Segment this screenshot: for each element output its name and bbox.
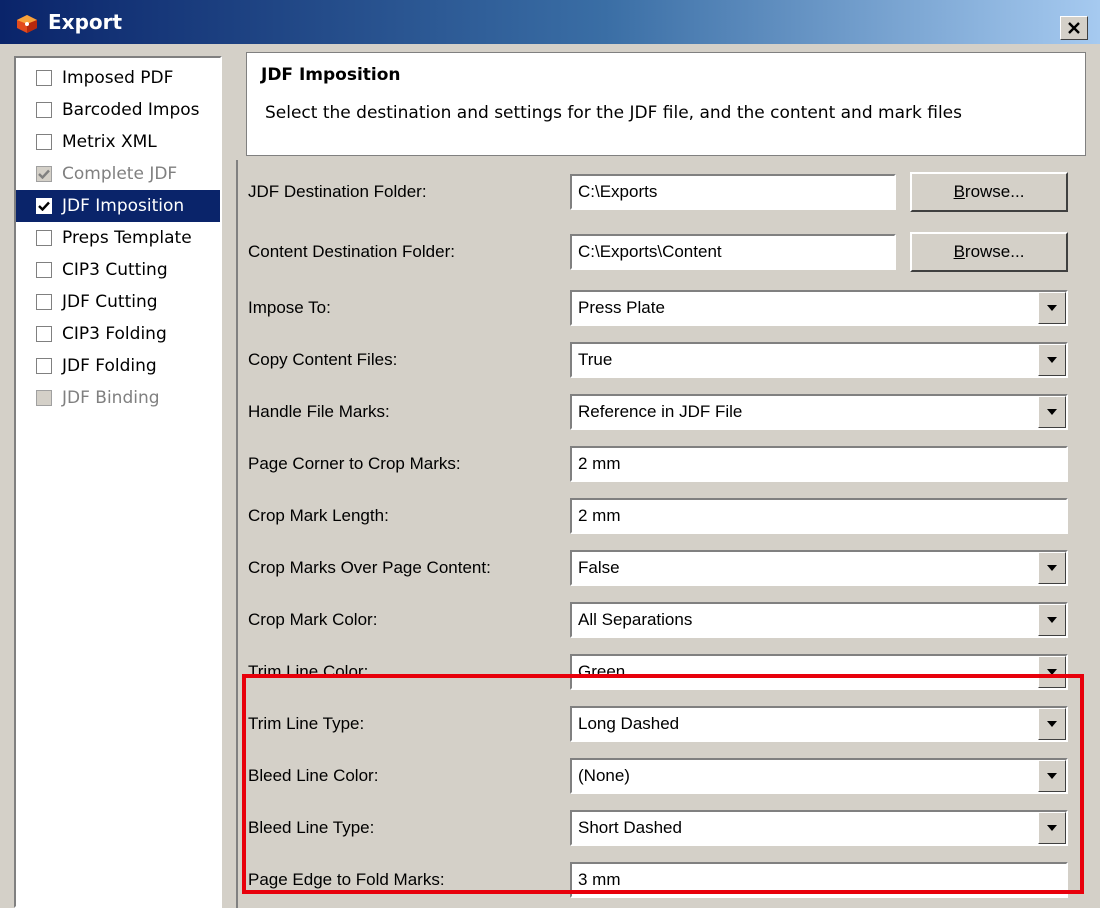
handle-marks-label: Handle File Marks: bbox=[248, 402, 390, 421]
row-jdf-destination: JDF Destination Folder: C:\Exports Brows… bbox=[248, 170, 1078, 220]
sidebar-item-jdf-folding[interactable]: JDF Folding bbox=[16, 350, 220, 382]
dropdown-arrow-icon[interactable] bbox=[1038, 604, 1066, 636]
bleed-color-label: Bleed Line Color: bbox=[248, 766, 379, 785]
sidebar-item-barcoded-impos[interactable]: Barcoded Impos bbox=[16, 94, 220, 126]
sidebar-item-label: Barcoded Impos bbox=[62, 100, 200, 120]
crop-length-field[interactable]: 2 mm bbox=[570, 498, 1068, 534]
dropdown-arrow-icon[interactable] bbox=[1038, 344, 1066, 376]
dropdown-arrow-icon[interactable] bbox=[1038, 812, 1066, 844]
row-crop-color: Crop Mark Color: All Separations bbox=[248, 598, 1078, 648]
bleed-color-select[interactable]: (None) bbox=[570, 758, 1068, 794]
checkbox[interactable] bbox=[36, 134, 52, 150]
sidebar-item-jdf-cutting[interactable]: JDF Cutting bbox=[16, 286, 220, 318]
checkbox[interactable] bbox=[36, 166, 52, 182]
page-description: Select the destination and settings for … bbox=[265, 103, 962, 123]
bleed-type-label: Bleed Line Type: bbox=[248, 818, 375, 837]
dropdown-arrow-icon[interactable] bbox=[1038, 292, 1066, 324]
export-type-list: Imposed PDF Barcoded Impos Metrix XML Compl… bbox=[14, 56, 222, 908]
sidebar-item-cip3-cutting[interactable]: CIP3 Cutting bbox=[16, 254, 220, 286]
jdf-destination-field[interactable]: C:\Exports bbox=[570, 174, 896, 210]
row-trim-type: Trim Line Type: Long Dashed bbox=[248, 702, 1078, 752]
checkbox[interactable] bbox=[36, 326, 52, 342]
jdf-destination-label: JDF Destination Folder: bbox=[248, 182, 427, 201]
content-destination-browse-button[interactable]: Browse... bbox=[910, 232, 1068, 272]
sidebar-item-jdf-binding[interactable]: JDF Binding bbox=[16, 382, 220, 414]
row-bleed-type: Bleed Line Type: Short Dashed bbox=[248, 806, 1078, 856]
row-crop-length: Crop Mark Length: 2 mm bbox=[248, 494, 1078, 544]
sidebar-item-label: Complete JDF bbox=[62, 164, 178, 184]
checkbox[interactable] bbox=[36, 230, 52, 246]
fold-marks-label: Page Edge to Fold Marks: bbox=[248, 870, 445, 889]
row-copy-content: Copy Content Files: True bbox=[248, 338, 1078, 388]
dropdown-arrow-icon[interactable] bbox=[1038, 396, 1066, 428]
trim-type-select[interactable]: Long Dashed bbox=[570, 706, 1068, 742]
row-fold-marks: Page Edge to Fold Marks: 3 mm bbox=[248, 858, 1078, 908]
row-trim-color: Trim Line Color: Green bbox=[248, 650, 1078, 700]
copy-content-select[interactable]: True bbox=[570, 342, 1068, 378]
checkmark-icon bbox=[38, 201, 50, 211]
sidebar-item-label: JDF Folding bbox=[62, 356, 157, 376]
checkbox[interactable] bbox=[36, 198, 52, 214]
page-title: JDF Imposition bbox=[261, 65, 401, 85]
dropdown-arrow-icon[interactable] bbox=[1038, 656, 1066, 688]
title-bar: Export bbox=[0, 0, 1100, 44]
window-title: Export bbox=[48, 10, 123, 34]
checkbox[interactable] bbox=[36, 70, 52, 86]
page-header: JDF Imposition Select the destination an… bbox=[246, 52, 1086, 156]
content-destination-field[interactable]: C:\Exports\Content bbox=[570, 234, 896, 270]
trim-color-label: Trim Line Color: bbox=[248, 662, 369, 681]
trim-type-label: Trim Line Type: bbox=[248, 714, 365, 733]
crop-over-select[interactable]: False bbox=[570, 550, 1068, 586]
impose-to-label: Impose To: bbox=[248, 298, 331, 317]
export-app-icon bbox=[17, 15, 37, 33]
row-crop-over: Crop Marks Over Page Content: False bbox=[248, 546, 1078, 596]
handle-marks-select[interactable]: Reference in JDF File bbox=[570, 394, 1068, 430]
row-content-destination: Content Destination Folder: C:\Exports\C… bbox=[248, 230, 1078, 280]
close-icon bbox=[1068, 22, 1080, 34]
sidebar-item-label: Imposed PDF bbox=[62, 68, 174, 88]
row-handle-marks: Handle File Marks: Reference in JDF File bbox=[248, 390, 1078, 440]
sidebar-item-label: Metrix XML bbox=[62, 132, 157, 152]
sidebar-item-label: Preps Template bbox=[62, 228, 192, 248]
content-destination-label: Content Destination Folder: bbox=[248, 242, 455, 261]
copy-content-label: Copy Content Files: bbox=[248, 350, 398, 369]
sidebar-item-label: JDF Binding bbox=[62, 388, 160, 408]
checkbox[interactable] bbox=[36, 102, 52, 118]
crop-color-select[interactable]: All Separations bbox=[570, 602, 1068, 638]
impose-to-select[interactable]: Press Plate bbox=[570, 290, 1068, 326]
sidebar-item-imposed-pdf[interactable]: Imposed PDF bbox=[16, 62, 220, 94]
dropdown-arrow-icon[interactable] bbox=[1038, 760, 1066, 792]
sidebar-item-label: CIP3 Folding bbox=[62, 324, 167, 344]
row-corner-crop: Page Corner to Crop Marks: 2 mm bbox=[248, 442, 1078, 492]
checkbox[interactable] bbox=[36, 262, 52, 278]
sidebar-item-label: JDF Cutting bbox=[62, 292, 158, 312]
sidebar-item-metrix-xml[interactable]: Metrix XML bbox=[16, 126, 220, 158]
row-impose-to: Impose To: Press Plate bbox=[248, 286, 1078, 336]
crop-length-label: Crop Mark Length: bbox=[248, 506, 389, 525]
row-bleed-color: Bleed Line Color: (None) bbox=[248, 754, 1078, 804]
bleed-type-select[interactable]: Short Dashed bbox=[570, 810, 1068, 846]
dropdown-arrow-icon[interactable] bbox=[1038, 708, 1066, 740]
sidebar-item-complete-jdf[interactable]: Complete JDF bbox=[16, 158, 220, 190]
checkbox[interactable] bbox=[36, 358, 52, 374]
sidebar-item-label: JDF Imposition bbox=[62, 196, 185, 216]
crop-over-label: Crop Marks Over Page Content: bbox=[248, 558, 491, 577]
trim-color-select[interactable]: Green bbox=[570, 654, 1068, 690]
sidebar-item-jdf-imposition[interactable]: JDF Imposition bbox=[16, 190, 220, 222]
sidebar-item-preps-template[interactable]: Preps Template bbox=[16, 222, 220, 254]
sidebar-item-cip3-folding[interactable]: CIP3 Folding bbox=[16, 318, 220, 350]
checkmark-icon bbox=[38, 169, 50, 179]
close-button[interactable] bbox=[1060, 16, 1088, 40]
checkbox[interactable] bbox=[36, 294, 52, 310]
fold-marks-field[interactable]: 3 mm bbox=[570, 862, 1068, 898]
jdf-destination-browse-button[interactable]: Browse... bbox=[910, 172, 1068, 212]
sidebar-item-label: CIP3 Cutting bbox=[62, 260, 168, 280]
corner-crop-field[interactable]: 2 mm bbox=[570, 446, 1068, 482]
corner-crop-label: Page Corner to Crop Marks: bbox=[248, 454, 461, 473]
crop-color-label: Crop Mark Color: bbox=[248, 610, 378, 629]
checkbox[interactable] bbox=[36, 390, 52, 406]
dropdown-arrow-icon[interactable] bbox=[1038, 552, 1066, 584]
